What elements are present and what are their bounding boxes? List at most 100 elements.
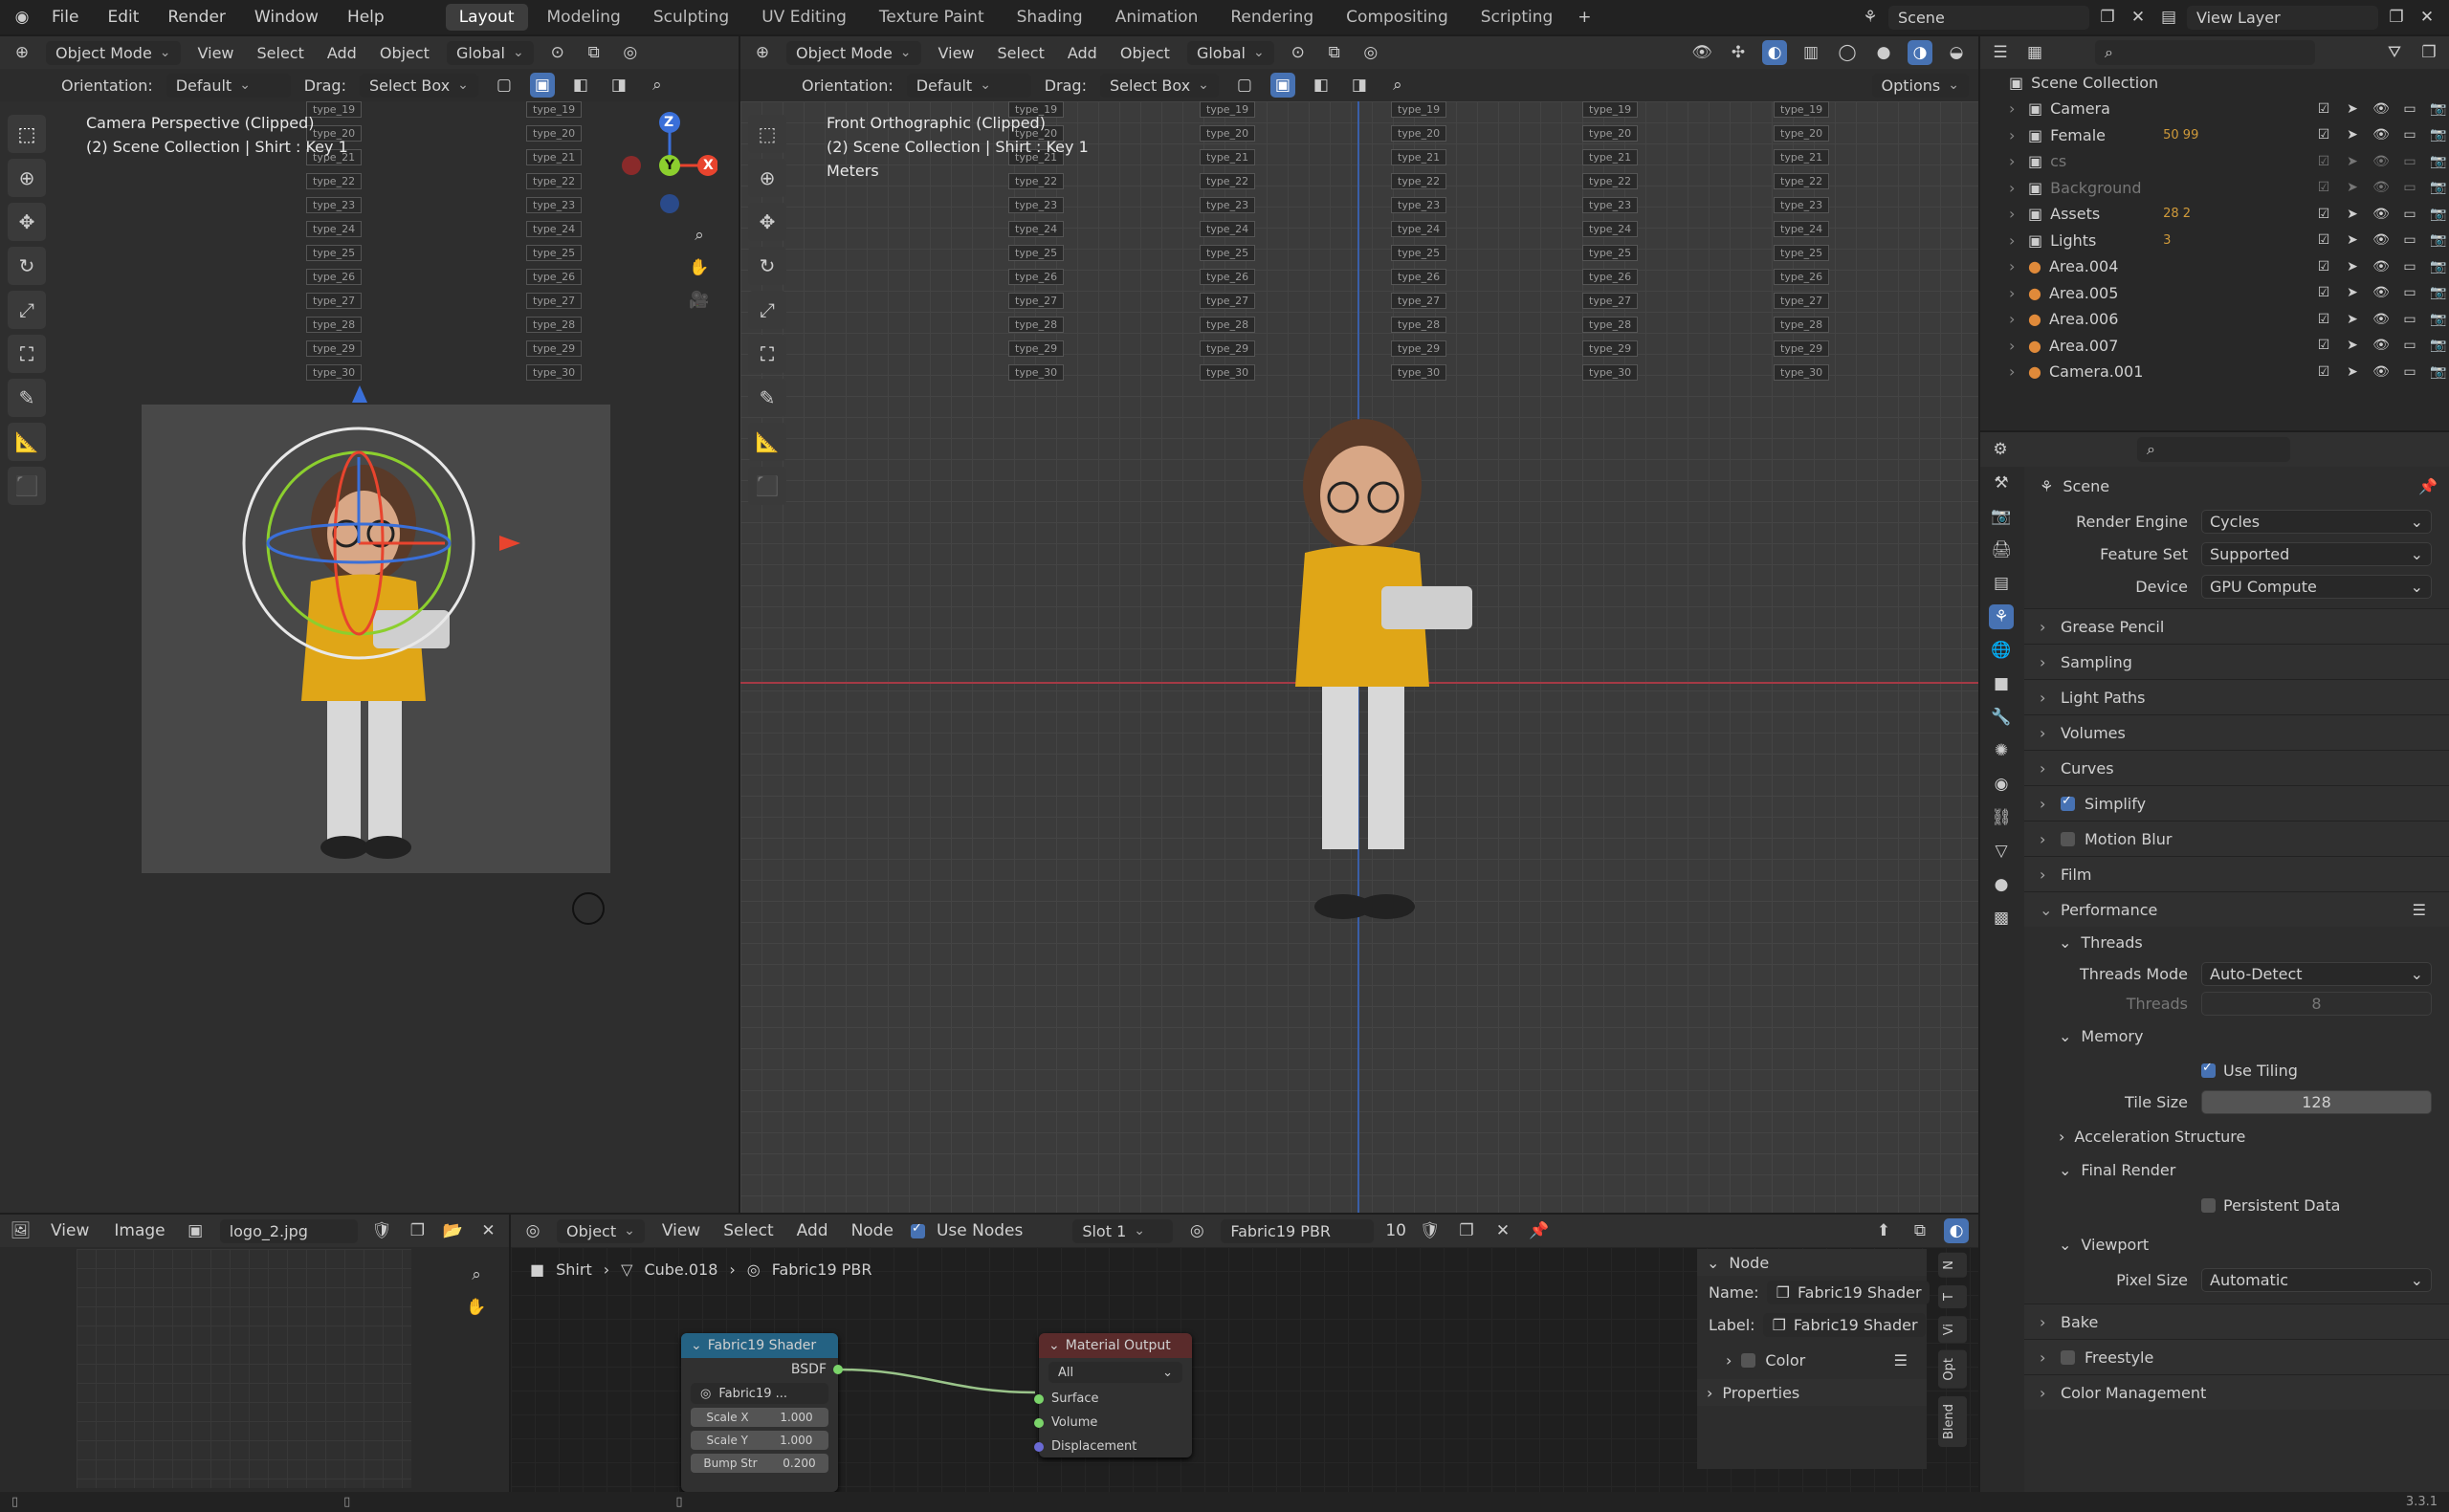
properties-search[interactable]: ⌕ [2137, 437, 2290, 462]
node-color-checkbox[interactable] [1741, 1352, 1756, 1368]
delete-scene-icon[interactable]: ✕ [2126, 5, 2151, 30]
subsection-viewport[interactable]: ⌄ Viewport [2024, 1225, 2449, 1263]
menu-help[interactable]: Help [336, 4, 396, 31]
subsection-threads[interactable]: ⌄ Threads [2024, 927, 2449, 957]
editor-type-icon[interactable]: ☰ [1988, 40, 2013, 65]
camera-icon[interactable]: 📷 [2428, 207, 2449, 222]
scale-tool-icon[interactable]: ⤢ [748, 291, 786, 329]
outliner[interactable]: ☰ ▦ ⌕ ⛛ ❐ ▣ Scene Collection › ▣ Camera ☑ ➤ 👁… [1980, 36, 2449, 430]
properties-editor[interactable]: ⚙ ⌕ ⚒ 📷 🖨 ▤ ⚘ 🌐 ■ 🔧 ✺ ◉ ⛓ ▽ ● ▩ ⚘ Scene … [1980, 432, 2449, 1511]
menu-object[interactable]: Object [1114, 41, 1176, 65]
eye-icon[interactable]: 👁 [2371, 259, 2392, 274]
editor-type-icon[interactable]: ⊕ [750, 40, 775, 65]
eye-icon[interactable]: 👁 [2371, 127, 2392, 142]
monitor-icon[interactable]: ▭ [2399, 285, 2420, 300]
camera-icon[interactable]: 📷 [2428, 127, 2449, 142]
outliner-item[interactable]: › ● Area.006 ☑ ➤ 👁 ▭ 📷 [1980, 306, 2449, 333]
menu-window[interactable]: Window [243, 4, 330, 31]
outliner-item[interactable]: › ▣ Camera ☑ ➤ 👁 ▭ 📷 [1980, 96, 2449, 122]
eye-icon[interactable]: 👁 [2371, 154, 2392, 169]
monitor-icon[interactable]: ▭ [2399, 338, 2420, 353]
outliner-item[interactable]: › ● Area.004 ☑ ➤ 👁 ▭ 📷 [1980, 253, 2449, 280]
data-tab-icon[interactable]: ▽ [1989, 839, 2014, 864]
use-tiling-row[interactable]: Use Tiling [2024, 1055, 2449, 1085]
select-mode-new-icon[interactable]: ▢ [492, 73, 517, 98]
camera-icon[interactable]: 📷 [2428, 259, 2449, 274]
sidebar-tab[interactable]: Vi [1938, 1315, 1967, 1343]
pan-hand-icon[interactable]: ✋ [687, 255, 712, 280]
monitor-icon[interactable]: ▭ [2399, 232, 2420, 248]
add-cube-tool-icon[interactable]: ⬛ [748, 467, 786, 505]
section-checkbox[interactable] [2061, 831, 2075, 846]
checkbox-icon[interactable]: ☑ [2313, 101, 2334, 117]
search-icon[interactable]: ⌕ [1385, 73, 1410, 98]
node-name-field[interactable]: ❐ Fabric19 Shader [1766, 1280, 1930, 1304]
transform-gizmo[interactable] [230, 414, 488, 672]
node-input-field[interactable]: Scale Y 1.000 [691, 1431, 828, 1450]
output-target-dropdown[interactable]: All ⌄ [1048, 1362, 1182, 1383]
open-image-icon[interactable]: 📂 [442, 1218, 464, 1243]
select-arrow-icon[interactable]: ➤ [2342, 338, 2363, 353]
menu-add[interactable]: Add [321, 41, 363, 65]
panel-section[interactable]: › Volumes [2024, 714, 2449, 750]
eye-icon[interactable]: 👁 [2371, 101, 2392, 117]
camera-icon[interactable]: 📷 [2428, 154, 2449, 169]
monitor-icon[interactable]: ▭ [2399, 127, 2420, 142]
camera-icon[interactable]: 📷 [2428, 285, 2449, 300]
monitor-icon[interactable]: ▭ [2399, 180, 2420, 195]
sidebar-tab[interactable]: N [1938, 1253, 1967, 1278]
snap-icon[interactable]: ⧉ [582, 40, 607, 65]
outliner-item[interactable]: › ▣ cs ☑ ➤ 👁 ▭ 📷 [1980, 148, 2449, 175]
select-arrow-icon[interactable]: ➤ [2342, 312, 2363, 327]
add-workspace-icon[interactable]: + [1572, 5, 1597, 30]
checkbox-icon[interactable]: ☑ [2313, 312, 2334, 327]
tab-animation[interactable]: Animation [1102, 4, 1212, 31]
new-image-icon[interactable]: ❐ [407, 1218, 429, 1243]
pivot-icon[interactable]: ⊙ [545, 40, 570, 65]
eye-icon[interactable]: 👁 [2371, 338, 2392, 353]
menu-add[interactable]: Add [1062, 41, 1103, 65]
tab-uv-editing[interactable]: UV Editing [748, 4, 860, 31]
checkbox-icon[interactable]: ☑ [2313, 127, 2334, 142]
tab-compositing[interactable]: Compositing [1333, 4, 1462, 31]
section-checkbox[interactable] [2061, 1349, 2075, 1365]
panel-section[interactable]: › Sampling [2024, 644, 2449, 679]
select-arrow-icon[interactable]: ➤ [2342, 207, 2363, 222]
view-layer-selector[interactable]: View Layer [2187, 5, 2378, 30]
cursor-tool-icon[interactable]: ⊕ [748, 159, 786, 197]
select-arrow-icon[interactable]: ➤ [2342, 364, 2363, 380]
tab-shading[interactable]: Shading [1004, 4, 1096, 31]
shading-wireframe-icon[interactable]: ◯ [1835, 40, 1860, 65]
scale-tool-icon[interactable]: ⤢ [8, 291, 46, 329]
select-mode-new-icon[interactable]: ▢ [1232, 73, 1257, 98]
pivot-icon[interactable]: ⊙ [1286, 40, 1311, 65]
node-input-field[interactable]: Bump Str 0.200 [691, 1454, 828, 1473]
monitor-icon[interactable]: ▭ [2399, 364, 2420, 380]
section-performance[interactable]: ⌄ Performance ☰ [2024, 891, 2449, 927]
tile-size-field[interactable]: 128 [2201, 1089, 2432, 1114]
search-icon[interactable]: ⌕ [645, 73, 670, 98]
rotate-tool-icon[interactable]: ↻ [748, 247, 786, 285]
expand-arrow-icon[interactable]: › [2009, 179, 2020, 197]
image-browse-icon[interactable]: ▣ [185, 1218, 207, 1243]
modifier-tab-icon[interactable]: 🔧 [1989, 705, 2014, 730]
display-mode-icon[interactable]: ▦ [2022, 40, 2047, 65]
select-arrow-icon[interactable]: ➤ [2342, 232, 2363, 248]
orientation-dropdown[interactable]: Default [165, 73, 291, 98]
render-engine-dropdown[interactable]: Cycles ⌄ [2201, 509, 2432, 534]
constraints-tab-icon[interactable]: ⛓ [1989, 805, 2014, 830]
tab-sculpting[interactable]: Sculpting [640, 4, 742, 31]
menu-edit[interactable]: Edit [96, 4, 150, 31]
blender-logo-icon[interactable]: ◉ [10, 5, 34, 30]
render-tab-icon[interactable]: 📷 [1989, 504, 2014, 529]
editor-type-icon[interactable]: ⚙ [1988, 437, 2013, 462]
select-arrow-icon[interactable]: ➤ [2342, 154, 2363, 169]
outliner-root[interactable]: ▣ Scene Collection [1980, 69, 2449, 96]
viewport-camera[interactable]: type_19 type_20 type_21 type_22 type_23 type_… [0, 36, 739, 1213]
physics-tab-icon[interactable]: ◉ [1989, 772, 2014, 797]
output-tab-icon[interactable]: 🖨 [1989, 537, 2014, 562]
checkbox-icon[interactable]: ☑ [2313, 180, 2334, 195]
node-label-field[interactable]: ❐ Fabric19 Shader [1762, 1312, 1926, 1337]
bsdf-output-socket[interactable] [833, 1365, 843, 1374]
device-dropdown[interactable]: GPU Compute ⌄ [2201, 574, 2432, 599]
